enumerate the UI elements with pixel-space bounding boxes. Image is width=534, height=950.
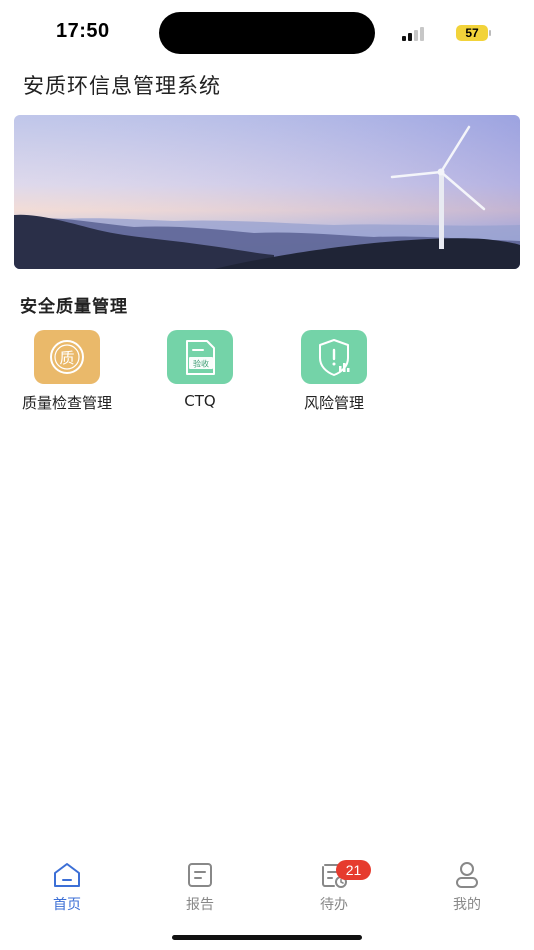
dynamic-island bbox=[159, 12, 375, 54]
tab-home[interactable]: 首页 bbox=[17, 850, 117, 920]
battery-icon: 57 bbox=[456, 25, 491, 41]
tab-report[interactable]: 报告 bbox=[150, 850, 250, 920]
module-ctq[interactable]: 验收 CTQ bbox=[133, 330, 267, 420]
tab-profile[interactable]: 我的 bbox=[417, 850, 517, 920]
tab-label: 首页 bbox=[53, 897, 81, 913]
wind-turbine-landscape bbox=[14, 115, 520, 269]
risk-shield-icon bbox=[301, 330, 367, 384]
section-title: 安全质量管理 bbox=[20, 297, 128, 317]
home-icon bbox=[54, 863, 80, 887]
module-label: 质量检查管理 bbox=[21, 394, 112, 412]
banner-image[interactable] bbox=[14, 115, 520, 269]
module-risk-management[interactable]: 风险管理 bbox=[267, 330, 401, 420]
tab-label: 我的 bbox=[453, 897, 481, 913]
todo-count-badge: 21 bbox=[336, 860, 371, 880]
report-icon bbox=[188, 863, 212, 887]
status-bar: 17:50 57 bbox=[0, 0, 534, 62]
quality-glyph: 质 bbox=[59, 349, 74, 367]
status-time: 17:50 bbox=[56, 20, 110, 42]
module-label: CTQ bbox=[184, 392, 216, 410]
home-indicator[interactable] bbox=[172, 935, 362, 940]
tab-todo[interactable]: 待办 bbox=[284, 850, 384, 920]
acceptance-glyph: 验收 bbox=[193, 359, 209, 369]
battery-level: 57 bbox=[456, 25, 488, 41]
tab-label: 待办 bbox=[320, 897, 348, 913]
quality-seal-icon: 质 bbox=[34, 330, 100, 384]
profile-icon bbox=[456, 862, 478, 888]
signal-icon bbox=[402, 25, 430, 41]
page-title: 安质环信息管理系统 bbox=[23, 74, 221, 98]
acceptance-doc-icon: 验收 bbox=[167, 330, 233, 384]
module-label: 风险管理 bbox=[303, 394, 364, 412]
tab-bar: 首页 报告 待办 我的 bbox=[0, 850, 534, 920]
module-quality-inspection[interactable]: 质 质量检查管理 bbox=[0, 330, 134, 420]
tab-label: 报告 bbox=[186, 897, 214, 913]
